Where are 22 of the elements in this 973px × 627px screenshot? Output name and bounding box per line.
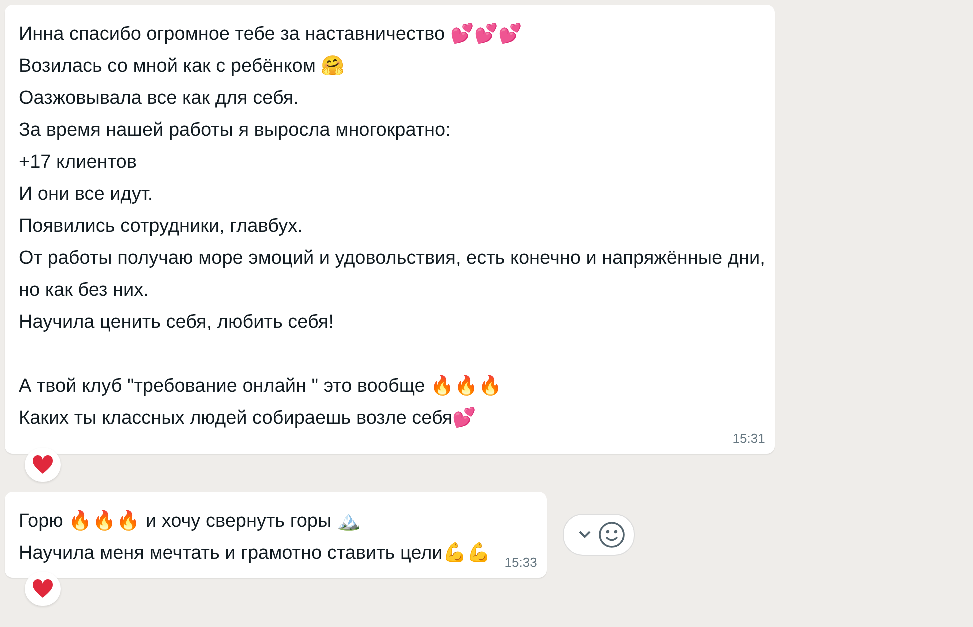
heart-icon xyxy=(32,455,54,475)
chevron-down-icon[interactable] xyxy=(578,530,592,540)
message-text: Каких ты классных людей собираешь возле себя💕 xyxy=(19,406,478,431)
reaction-badge[interactable] xyxy=(25,448,61,482)
message-time: 15:33 xyxy=(504,555,538,570)
message-text: Горю 🔥🔥🔥 и хочу свернуть горы 🏔 xyxy=(19,509,362,534)
reaction-badge[interactable] xyxy=(25,572,61,606)
smiley-icon[interactable] xyxy=(598,521,626,549)
heart-icon xyxy=(32,579,54,599)
message-text: За время нашей работы я выросла многократно: xyxy=(19,119,452,143)
message-text: Научила ценить себя, любить себя! xyxy=(19,311,336,335)
message-text: Научила меня мечтать и грамотно ставить цели💪💪 xyxy=(19,541,491,566)
message-text: +17 клиентов xyxy=(19,151,138,175)
message-time: 15:31 xyxy=(732,431,766,446)
message-text: Появились сотрудники, главбух. xyxy=(19,215,304,239)
message-text: Инна спасибо огромное тебе за наставничество 💕💕💕 xyxy=(19,22,524,47)
message-text: От работы получаю море эмоций и удовольствия, есть конечно и напряжённые дни, xyxy=(19,247,766,271)
message-text: И они все идут. xyxy=(19,183,154,207)
message-text: А твой клуб "требование онлайн " это вообще 🔥🔥🔥 xyxy=(19,374,504,399)
message-text: но как без них. xyxy=(19,279,150,303)
message-text: Оазжовывала все как для себя. xyxy=(19,87,300,111)
message-text: Возилась со мной как с ребёнком 🤗 xyxy=(19,54,346,79)
